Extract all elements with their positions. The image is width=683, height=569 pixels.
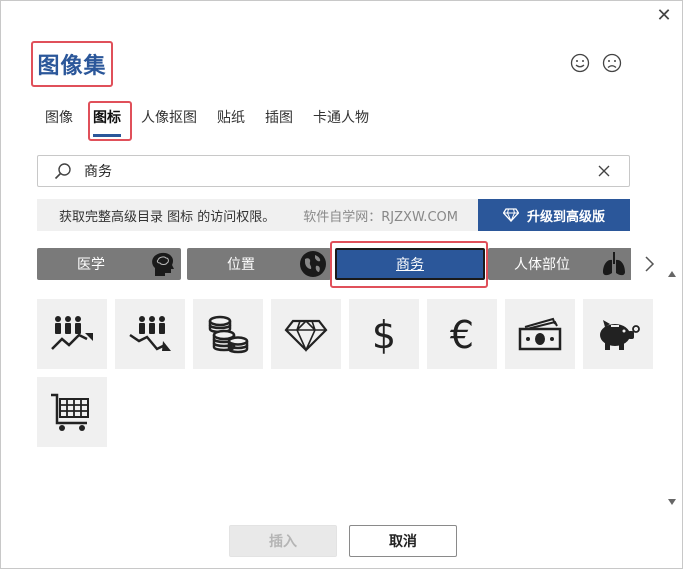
smile-face-icon[interactable] <box>570 53 590 73</box>
lungs-icon <box>603 252 625 276</box>
upgrade-button[interactable]: 升级到高级版 <box>478 199 630 231</box>
close-icon[interactable]: ✕ <box>654 7 674 27</box>
category-label: 人体部位 <box>514 257 570 273</box>
category-medical[interactable]: 医学 <box>37 248 181 280</box>
upgrade-button-label: 升级到高级版 <box>526 209 605 225</box>
svg-text:$: $ <box>372 313 396 357</box>
people-decline-icon <box>129 316 171 351</box>
search-input[interactable] <box>84 163 597 179</box>
money-bills-icon <box>518 317 562 351</box>
watermark-text: 软件自学网：RJZXW.COM <box>303 209 458 225</box>
svg-text:€: € <box>450 313 474 357</box>
icon-tile[interactable] <box>505 299 575 369</box>
title-highlight: 图像集 <box>31 41 113 87</box>
icon-tile[interactable] <box>37 377 107 447</box>
people-growth-icon <box>51 316 93 350</box>
category-label: 医学 <box>77 257 105 273</box>
feedback-group <box>570 53 622 73</box>
icon-tile[interactable] <box>271 299 341 369</box>
tab-stickers[interactable]: 贴纸 <box>209 101 253 137</box>
category-label: 商务 <box>396 257 424 273</box>
dialog-title: 图像集 <box>37 54 107 79</box>
search-box <box>37 155 630 187</box>
icon-tile[interactable] <box>583 299 653 369</box>
brain-head-icon <box>152 252 174 276</box>
category-body-parts[interactable]: 人体部位 <box>488 248 631 280</box>
cancel-button[interactable]: 取消 <box>349 525 457 557</box>
category-strip: 医学 位置 商务 人体部位 <box>37 248 631 280</box>
coins-stack-icon <box>208 315 249 354</box>
diamond-icon <box>502 208 519 222</box>
category-business[interactable]: 商务 <box>335 248 485 280</box>
clear-icon[interactable] <box>597 164 611 178</box>
tab-cartoon-people[interactable]: 卡通人物 <box>305 101 377 137</box>
piggy-bank-icon <box>600 320 640 350</box>
scroll-down-icon[interactable] <box>668 499 676 505</box>
tab-images[interactable]: 图像 <box>37 101 81 137</box>
icon-tile[interactable] <box>193 299 263 369</box>
category-label: 位置 <box>227 257 255 273</box>
upgrade-banner: 获取完整高级目录 图标 的访问权限。 软件自学网：RJZXW.COM 升级到高级… <box>37 199 630 231</box>
globe-icon <box>300 251 326 277</box>
icon-tile[interactable] <box>37 299 107 369</box>
shopping-cart-icon <box>51 393 89 431</box>
search-icon <box>54 163 71 180</box>
chevron-right-icon[interactable] <box>642 255 656 273</box>
tab-bar: 图像 图标 人像抠图 贴纸 插图 卡通人物 <box>37 101 381 137</box>
category-location[interactable]: 位置 <box>187 248 331 280</box>
dollar-icon: $ <box>372 313 396 357</box>
tab-icons[interactable]: 图标 <box>85 101 129 137</box>
euro-icon: € <box>450 313 474 357</box>
icons-dialog: ✕ 图像集 图像 图标 人像抠图 贴纸 插图 卡通人物 商务 获取完整高级目录 … <box>0 0 683 569</box>
icon-tile[interactable]: $ <box>349 299 419 369</box>
frown-face-icon[interactable] <box>602 53 622 73</box>
tab-cutout-people[interactable]: 人像抠图 <box>133 101 205 137</box>
tab-illustrations[interactable]: 插图 <box>257 101 301 137</box>
icon-tile[interactable] <box>115 299 185 369</box>
scroll-up-icon[interactable] <box>668 271 676 277</box>
icon-tile[interactable]: € <box>427 299 497 369</box>
upgrade-message: 获取完整高级目录 图标 的访问权限。 <box>59 209 276 225</box>
diamond-icon <box>284 319 328 352</box>
insert-button[interactable]: 插入 <box>229 525 337 557</box>
